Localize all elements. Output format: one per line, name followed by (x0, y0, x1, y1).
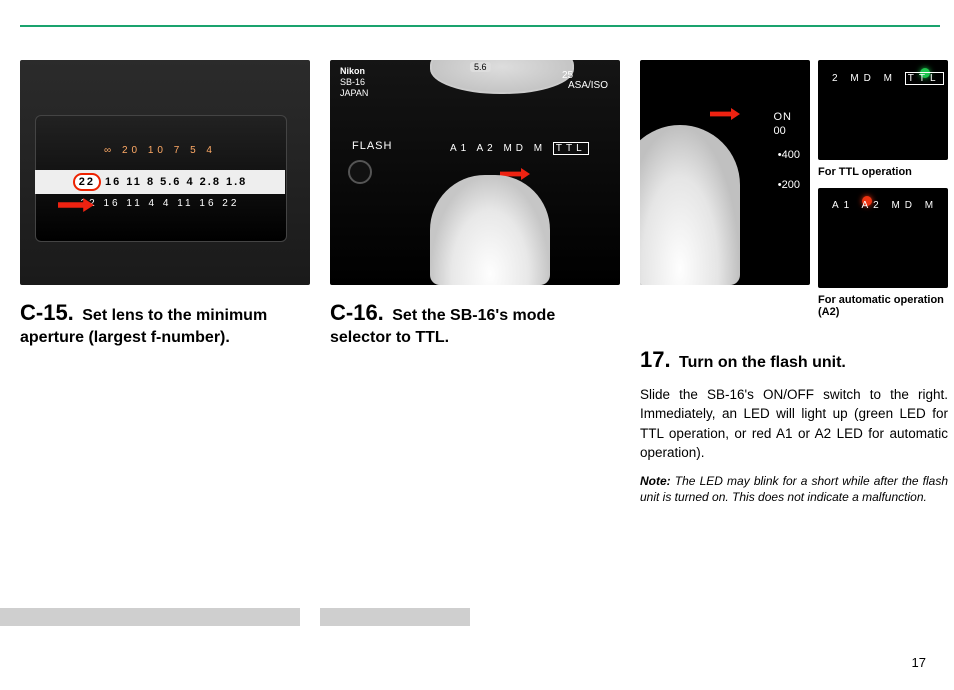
dof-scale: 22 16 11 4 4 11 16 22 (35, 198, 285, 218)
page-number: 17 (912, 655, 926, 670)
red-arrow-icon (710, 108, 740, 120)
column-17: ON 00 •400 •200 2 MD M TTL For TTL (640, 60, 948, 505)
iso-200: 200 (782, 179, 800, 191)
gray-bar-segment (0, 608, 300, 626)
step-17-body: Slide the SB-16's ON/OFF switch to the r… (640, 385, 948, 463)
step-17-note: Note: The LED may blink for a short whil… (640, 473, 948, 505)
infinity-symbol: ∞ (104, 145, 115, 156)
step-number: C-15. (20, 300, 74, 325)
auto-caption: For automatic operation (A2) (818, 294, 948, 318)
focus-numbers: 20 10 7 5 4 (122, 145, 216, 156)
brand: Nikon (340, 66, 365, 76)
ttl-panel-labels: 2 MD M TTL (832, 72, 944, 85)
ttl-caption: For TTL operation (818, 166, 948, 178)
aperture-numbers: 16 11 8 5.6 4 2.8 1.8 (105, 176, 247, 188)
image-mode-selector: 5.6 25 Nikon SB-16 JAPAN ASA/ISO FLASH A… (330, 60, 620, 285)
step-c15: C-15. Set lens to the minimum aperture (… (20, 299, 310, 348)
modes-text: A1 A2 MD M (450, 143, 546, 154)
model: SB-16 (340, 77, 365, 87)
footer-gray-bars (0, 608, 470, 626)
dial-reading: 5.6 (470, 62, 491, 72)
step-title: Turn on the flash unit. (679, 354, 846, 371)
gray-bar-segment (320, 608, 470, 626)
aperture-band: 22 16 11 8 5.6 4 2.8 1.8 (35, 170, 285, 194)
note-label: Note: (640, 474, 671, 488)
country: JAPAN (340, 88, 368, 98)
page-content: ∞ 20 10 7 5 4 22 16 11 8 5.6 4 2.8 1.8 2… (0, 0, 954, 525)
flash-label: FLASH (352, 140, 392, 152)
asa-dial (430, 60, 574, 94)
mode-labels: A1 A2 MD M TTL (450, 142, 589, 155)
step-c16: C-16. Set the SB-16's mode selector to T… (330, 299, 620, 348)
col3-images-row: ON 00 •400 •200 2 MD M TTL For TTL (640, 60, 948, 328)
aperture-highlight: 22 (73, 173, 101, 191)
iso-scale: •400 •200 (778, 140, 800, 200)
image-on-off-switch: ON 00 •400 •200 (640, 60, 810, 285)
on-label: ON (774, 110, 793, 124)
column-c16: 5.6 25 Nikon SB-16 JAPAN ASA/ISO FLASH A… (330, 60, 620, 505)
image-auto-led: A1 A2 MD M (818, 188, 948, 288)
finger-graphic (640, 125, 740, 285)
note-text: The LED may blink for a short while afte… (640, 474, 948, 504)
flash-test-button (348, 160, 372, 184)
on-off-labels: ON 00 (774, 110, 793, 138)
image-lens-aperture: ∞ 20 10 7 5 4 22 16 11 8 5.6 4 2.8 1.8 2… (20, 60, 310, 285)
step-17: 17. Turn on the flash unit. (640, 346, 948, 375)
column-c15: ∞ 20 10 7 5 4 22 16 11 8 5.6 4 2.8 1.8 2… (20, 60, 310, 505)
lens-focus-scale: ∞ 20 10 7 5 4 (35, 145, 285, 165)
col3-right-stack: 2 MD M TTL For TTL operation A1 A2 MD M … (818, 60, 948, 328)
step-number: 17. (640, 347, 671, 372)
finger-graphic (430, 175, 550, 285)
image-ttl-led: 2 MD M TTL (818, 60, 948, 160)
oo-label: 00 (774, 124, 793, 138)
asa-iso-label: ASA/ISO (568, 80, 608, 91)
ttl-label: TTL (553, 142, 589, 155)
ttl-label: TTL (905, 72, 944, 85)
auto-panel-labels: A1 A2 MD M (832, 200, 938, 211)
labels-text: 2 MD M (832, 73, 897, 84)
iso-400: 400 (782, 149, 800, 161)
step-number: C-16. (330, 300, 384, 325)
sb16-branding: Nikon SB-16 JAPAN (340, 66, 368, 99)
